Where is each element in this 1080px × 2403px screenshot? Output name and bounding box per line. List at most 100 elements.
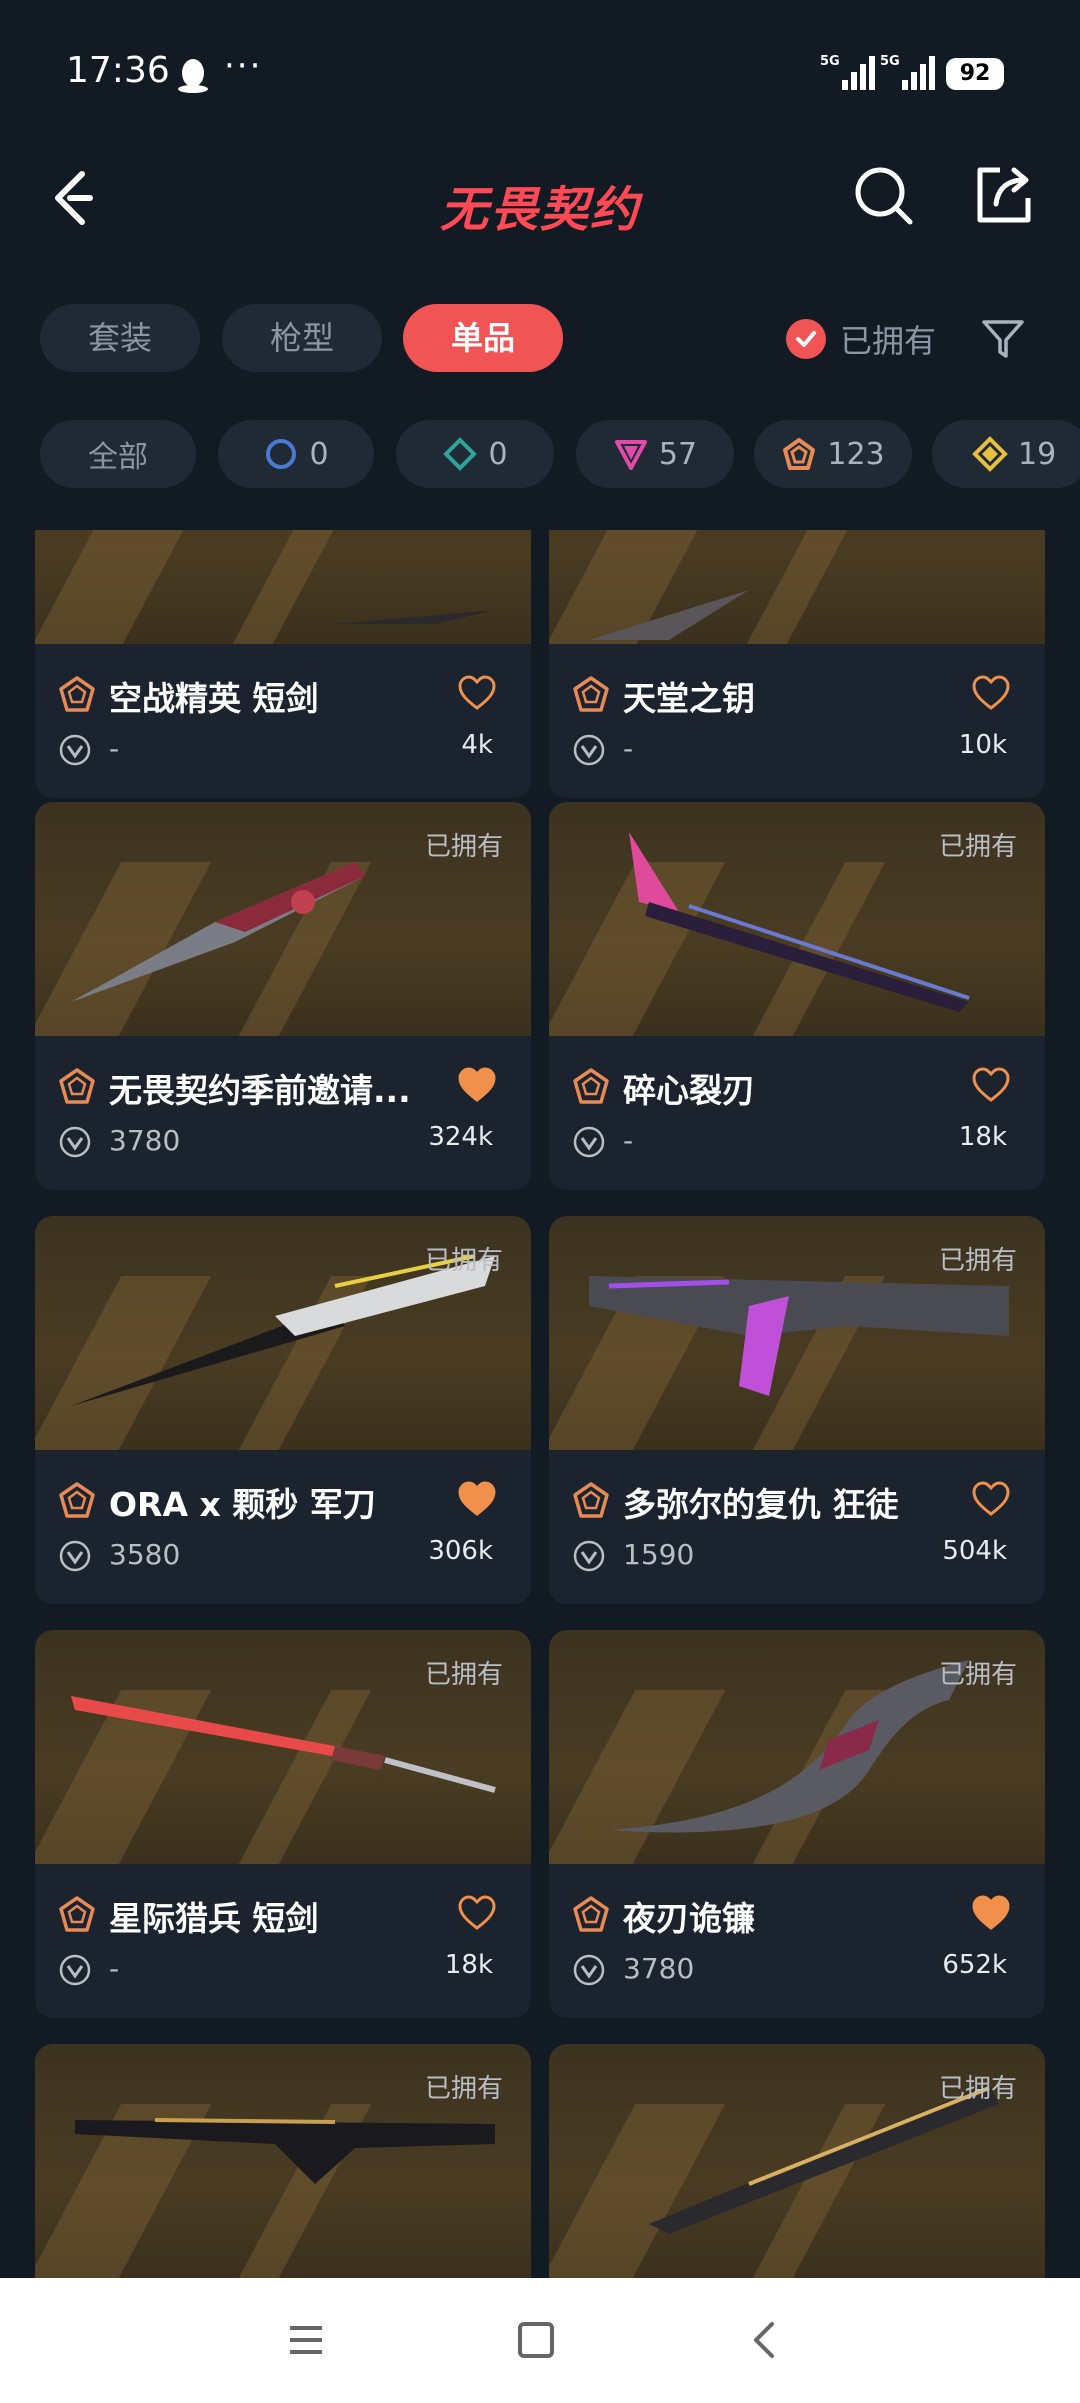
- skin-name: 星际猎兵 短剑: [109, 1899, 319, 1938]
- heart-filled-icon[interactable]: [971, 1894, 1011, 1932]
- skin-price: 3780: [623, 1952, 695, 1985]
- skin-image: 已拥有: [35, 1630, 531, 1864]
- chip-exclusive-tier[interactable]: 123: [754, 420, 912, 488]
- skin-image: [35, 530, 531, 644]
- owned-filter-toggle[interactable]: 已拥有: [786, 316, 936, 362]
- heart-outline-icon[interactable]: [457, 1894, 497, 1932]
- skin-image: 已拥有: [549, 1630, 1045, 1864]
- back-chevron-icon: [754, 2322, 774, 2358]
- status-more-dots: ···: [224, 46, 263, 86]
- menu-icon: [290, 2326, 322, 2354]
- chip-count: 123: [827, 436, 885, 472]
- exclusive-tier-icon: [573, 676, 609, 712]
- owned-badge: 已拥有: [938, 832, 1017, 862]
- exclusive-tier-icon: [59, 1068, 95, 1104]
- owned-badge: 已拥有: [938, 2074, 1017, 2104]
- heart-outline-icon[interactable]: [457, 674, 497, 712]
- chip-count: 19: [1018, 436, 1057, 472]
- skin-price: -: [623, 732, 634, 765]
- chip-all-label: 全部: [88, 440, 148, 475]
- deluxe-tier-icon: [443, 437, 478, 471]
- skin-name: 夜刃诡镰: [623, 1899, 755, 1938]
- search-button[interactable]: [848, 160, 918, 230]
- skin-name: 多弥尔的复仇 狂徒: [623, 1485, 899, 1524]
- signal-5g-icon: 5G: [820, 52, 880, 96]
- tab-single-items[interactable]: 单品: [403, 304, 563, 372]
- vp-currency-icon: [573, 734, 605, 766]
- skin-card[interactable]: 已拥有 星际猎兵 短剑 - 18k: [35, 1630, 531, 2018]
- chip-ultra-tier[interactable]: 19: [932, 420, 1080, 488]
- skin-likes: 18k: [958, 1122, 1007, 1152]
- tab-weapon-types[interactable]: 枪型: [222, 304, 382, 372]
- skin-card[interactable]: 已拥有 碎心裂刃 - 18k: [549, 802, 1045, 1190]
- skin-likes: 324k: [428, 1122, 493, 1152]
- skin-image: 已拥有: [549, 802, 1045, 1036]
- skin-info: 天堂之钥 - 10k: [549, 644, 1045, 798]
- skin-card[interactable]: 已拥有: [549, 2044, 1045, 2278]
- heart-filled-icon[interactable]: [457, 1066, 497, 1104]
- page-title: 无畏契约: [439, 182, 640, 238]
- skin-price: 3780: [109, 1124, 181, 1157]
- skin-likes: 18k: [444, 1950, 493, 1980]
- exclusive-tier-icon: [783, 438, 816, 470]
- vp-currency-icon: [573, 1126, 605, 1158]
- share-button[interactable]: [966, 158, 1038, 230]
- owned-badge: 已拥有: [424, 832, 503, 862]
- chip-deluxe-tier[interactable]: 0: [396, 420, 554, 488]
- skin-card[interactable]: 已拥有 夜刃诡镰 3780 652k: [549, 1630, 1045, 2018]
- skin-likes: 652k: [942, 1950, 1007, 1980]
- share-icon: [977, 167, 1031, 223]
- skin-card[interactable]: 已拥有 ORA x 颗秒 军刀 3580 306k: [35, 1216, 531, 1604]
- system-back-button[interactable]: [742, 2316, 790, 2364]
- skin-name: 无畏契约季前邀请...: [109, 1071, 411, 1110]
- skin-price: -: [109, 1952, 120, 1985]
- skin-name: 空战精英 短剑: [109, 679, 319, 718]
- exclusive-tier-icon: [59, 676, 95, 712]
- heart-outline-icon[interactable]: [971, 1480, 1011, 1518]
- skin-card[interactable]: 空战精英 短剑 - 4k: [35, 530, 531, 798]
- skin-name: 碎心裂刃: [623, 1071, 755, 1110]
- skin-grid: 空战精英 短剑 - 4k 天堂之钥 - 10k 已拥有 无畏契约季前邀请... …: [0, 530, 1080, 2278]
- skin-info: ORA x 颗秒 军刀 3580 306k: [35, 1450, 531, 1604]
- net1-label: 5G: [820, 54, 840, 69]
- skin-info: 星际猎兵 短剑 - 18k: [35, 1864, 531, 2018]
- skin-image: 已拥有: [549, 1216, 1045, 1450]
- skin-price: -: [623, 1124, 634, 1157]
- home-button[interactable]: [512, 2316, 560, 2364]
- skin-info: 空战精英 短剑 - 4k: [35, 644, 531, 798]
- battery-icon: 92: [946, 58, 1004, 90]
- heart-outline-icon[interactable]: [971, 1066, 1011, 1104]
- skin-card[interactable]: 天堂之钥 - 10k: [549, 530, 1045, 798]
- skin-card[interactable]: 已拥有 多弥尔的复仇 狂徒 1590 504k: [549, 1216, 1045, 1604]
- tab-bundles[interactable]: 套装: [40, 304, 200, 372]
- exclusive-tier-icon: [59, 1896, 95, 1932]
- heart-filled-icon[interactable]: [457, 1480, 497, 1518]
- status-time: 17:36: [66, 50, 170, 91]
- chip-select-tier[interactable]: 0: [218, 420, 374, 488]
- skin-price: 3580: [109, 1538, 181, 1571]
- app-header: 无畏契约: [0, 130, 1080, 260]
- skin-likes: 504k: [942, 1536, 1007, 1566]
- vp-currency-icon: [59, 734, 91, 766]
- chip-count: 0: [488, 436, 508, 472]
- chip-all[interactable]: 全部: [40, 420, 196, 488]
- system-nav-bar: [0, 2278, 1080, 2403]
- heart-outline-icon[interactable]: [971, 674, 1011, 712]
- skin-name: 天堂之钥: [623, 679, 755, 718]
- skin-info: 多弥尔的复仇 狂徒 1590 504k: [549, 1450, 1045, 1604]
- vp-currency-icon: [573, 1954, 605, 1986]
- filter-button[interactable]: [980, 316, 1026, 362]
- chip-count: 57: [658, 436, 698, 472]
- search-icon: [855, 167, 913, 225]
- premium-tier-icon: [614, 440, 647, 470]
- skin-card[interactable]: 已拥有 无畏契约季前邀请... 3780 324k: [35, 802, 531, 1190]
- home-square-icon: [518, 2322, 554, 2358]
- skin-card[interactable]: 已拥有: [35, 2044, 531, 2278]
- chip-premium-tier[interactable]: 57: [576, 420, 734, 488]
- menu-button[interactable]: [282, 2316, 330, 2364]
- skin-price: 1590: [623, 1538, 695, 1571]
- owned-badge: 已拥有: [424, 1246, 503, 1276]
- vp-currency-icon: [573, 1540, 605, 1572]
- vp-currency-icon: [59, 1540, 91, 1572]
- vp-currency-icon: [59, 1126, 91, 1158]
